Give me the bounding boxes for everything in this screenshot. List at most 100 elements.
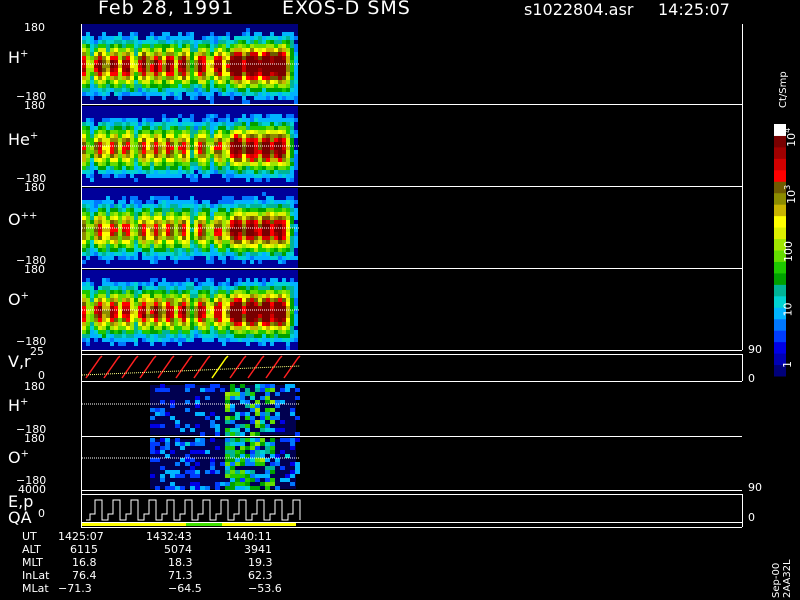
heat-cell [150, 158, 154, 162]
heat-cell [238, 282, 242, 286]
heat-cell [158, 92, 162, 96]
heat-cell [186, 270, 190, 274]
sparse-cell [270, 388, 275, 392]
heat-cell [226, 114, 230, 118]
heat-cell [166, 84, 170, 88]
heat-cell [198, 106, 202, 110]
heat-cell [266, 60, 270, 64]
heat-cell [106, 32, 110, 36]
heat-cell [282, 270, 286, 274]
heat-cell [190, 174, 194, 178]
heat-cell [114, 240, 118, 244]
heat-cell [114, 228, 118, 232]
heat-cell [126, 314, 130, 318]
heat-cell [102, 88, 106, 92]
heat-cell [210, 192, 214, 196]
heat-cell [106, 334, 110, 338]
heat-cell [206, 92, 210, 96]
sparse-cell [245, 412, 250, 416]
heat-cell [294, 76, 298, 80]
heat-cell [102, 166, 106, 170]
heat-cell [234, 314, 238, 318]
heat-cell [250, 182, 254, 186]
heat-cell [150, 282, 154, 286]
heat-cell [210, 248, 214, 252]
heat-cell [122, 330, 126, 334]
heat-cell [206, 294, 210, 298]
heat-cell [286, 302, 290, 306]
heat-cell [282, 68, 286, 72]
heat-cell [146, 346, 150, 350]
heat-cell [198, 252, 202, 256]
heat-cell [150, 298, 154, 302]
heat-cell [226, 150, 230, 154]
heat-cell [214, 40, 218, 44]
heat-cell [178, 192, 182, 196]
heat-cell [186, 134, 190, 138]
heat-cell [206, 260, 210, 264]
sparse-cell [210, 388, 215, 392]
heat-cell [290, 278, 294, 282]
heat-cell [154, 126, 158, 130]
heat-cell [254, 236, 258, 240]
heat-cell [126, 88, 130, 92]
heat-cell [214, 96, 218, 100]
heat-cell [118, 48, 122, 52]
heat-cell [122, 106, 126, 110]
heat-cell [114, 146, 118, 150]
heat-cell [150, 204, 154, 208]
sparse-cell [250, 450, 255, 454]
heat-cell [170, 80, 174, 84]
heat-cell [206, 290, 210, 294]
heat-cell [274, 84, 278, 88]
heat-cell [126, 174, 130, 178]
heat-cell [218, 212, 222, 216]
sparse-cell [265, 450, 270, 454]
heat-cell [130, 212, 134, 216]
heat-cell [162, 298, 166, 302]
heat-cell [86, 44, 90, 48]
heat-cell [278, 130, 282, 134]
heat-cell [110, 298, 114, 302]
sparse-cell [235, 438, 240, 442]
heat-cell [82, 150, 86, 154]
heat-cell [242, 338, 246, 342]
heat-cell [270, 208, 274, 212]
heat-cell [242, 118, 246, 122]
heat-cell [150, 318, 154, 322]
heat-cell [258, 260, 262, 264]
sparse-cell [275, 458, 280, 462]
heat-cell [146, 28, 150, 32]
heat-cell [98, 92, 102, 96]
heat-cell [178, 64, 182, 68]
heat-cell [294, 286, 298, 290]
heat-cell [266, 200, 270, 204]
heat-cell [202, 220, 206, 224]
heat-cell [294, 100, 298, 104]
heat-cell [86, 256, 90, 260]
heat-cell [166, 252, 170, 256]
heat-cell [174, 306, 178, 310]
sparse-cell [255, 420, 260, 424]
heat-cell [198, 244, 202, 248]
heat-cell [102, 286, 106, 290]
heat-cell [238, 256, 242, 260]
heat-cell [158, 338, 162, 342]
heat-cell [90, 60, 94, 64]
heat-cell [90, 208, 94, 212]
heat-cell [198, 36, 202, 40]
heat-cell [190, 24, 194, 28]
heat-cell [150, 228, 154, 232]
sparse-cell [195, 486, 200, 490]
heat-cell [222, 40, 226, 44]
heat-cell [226, 142, 230, 146]
heat-cell [150, 338, 154, 342]
heat-cell [186, 224, 190, 228]
heat-cell [170, 178, 174, 182]
heat-cell [250, 216, 254, 220]
heat-cell [294, 278, 298, 282]
heat-cell [218, 282, 222, 286]
heat-cell [270, 88, 274, 92]
heat-cell [98, 322, 102, 326]
heat-cell [154, 182, 158, 186]
